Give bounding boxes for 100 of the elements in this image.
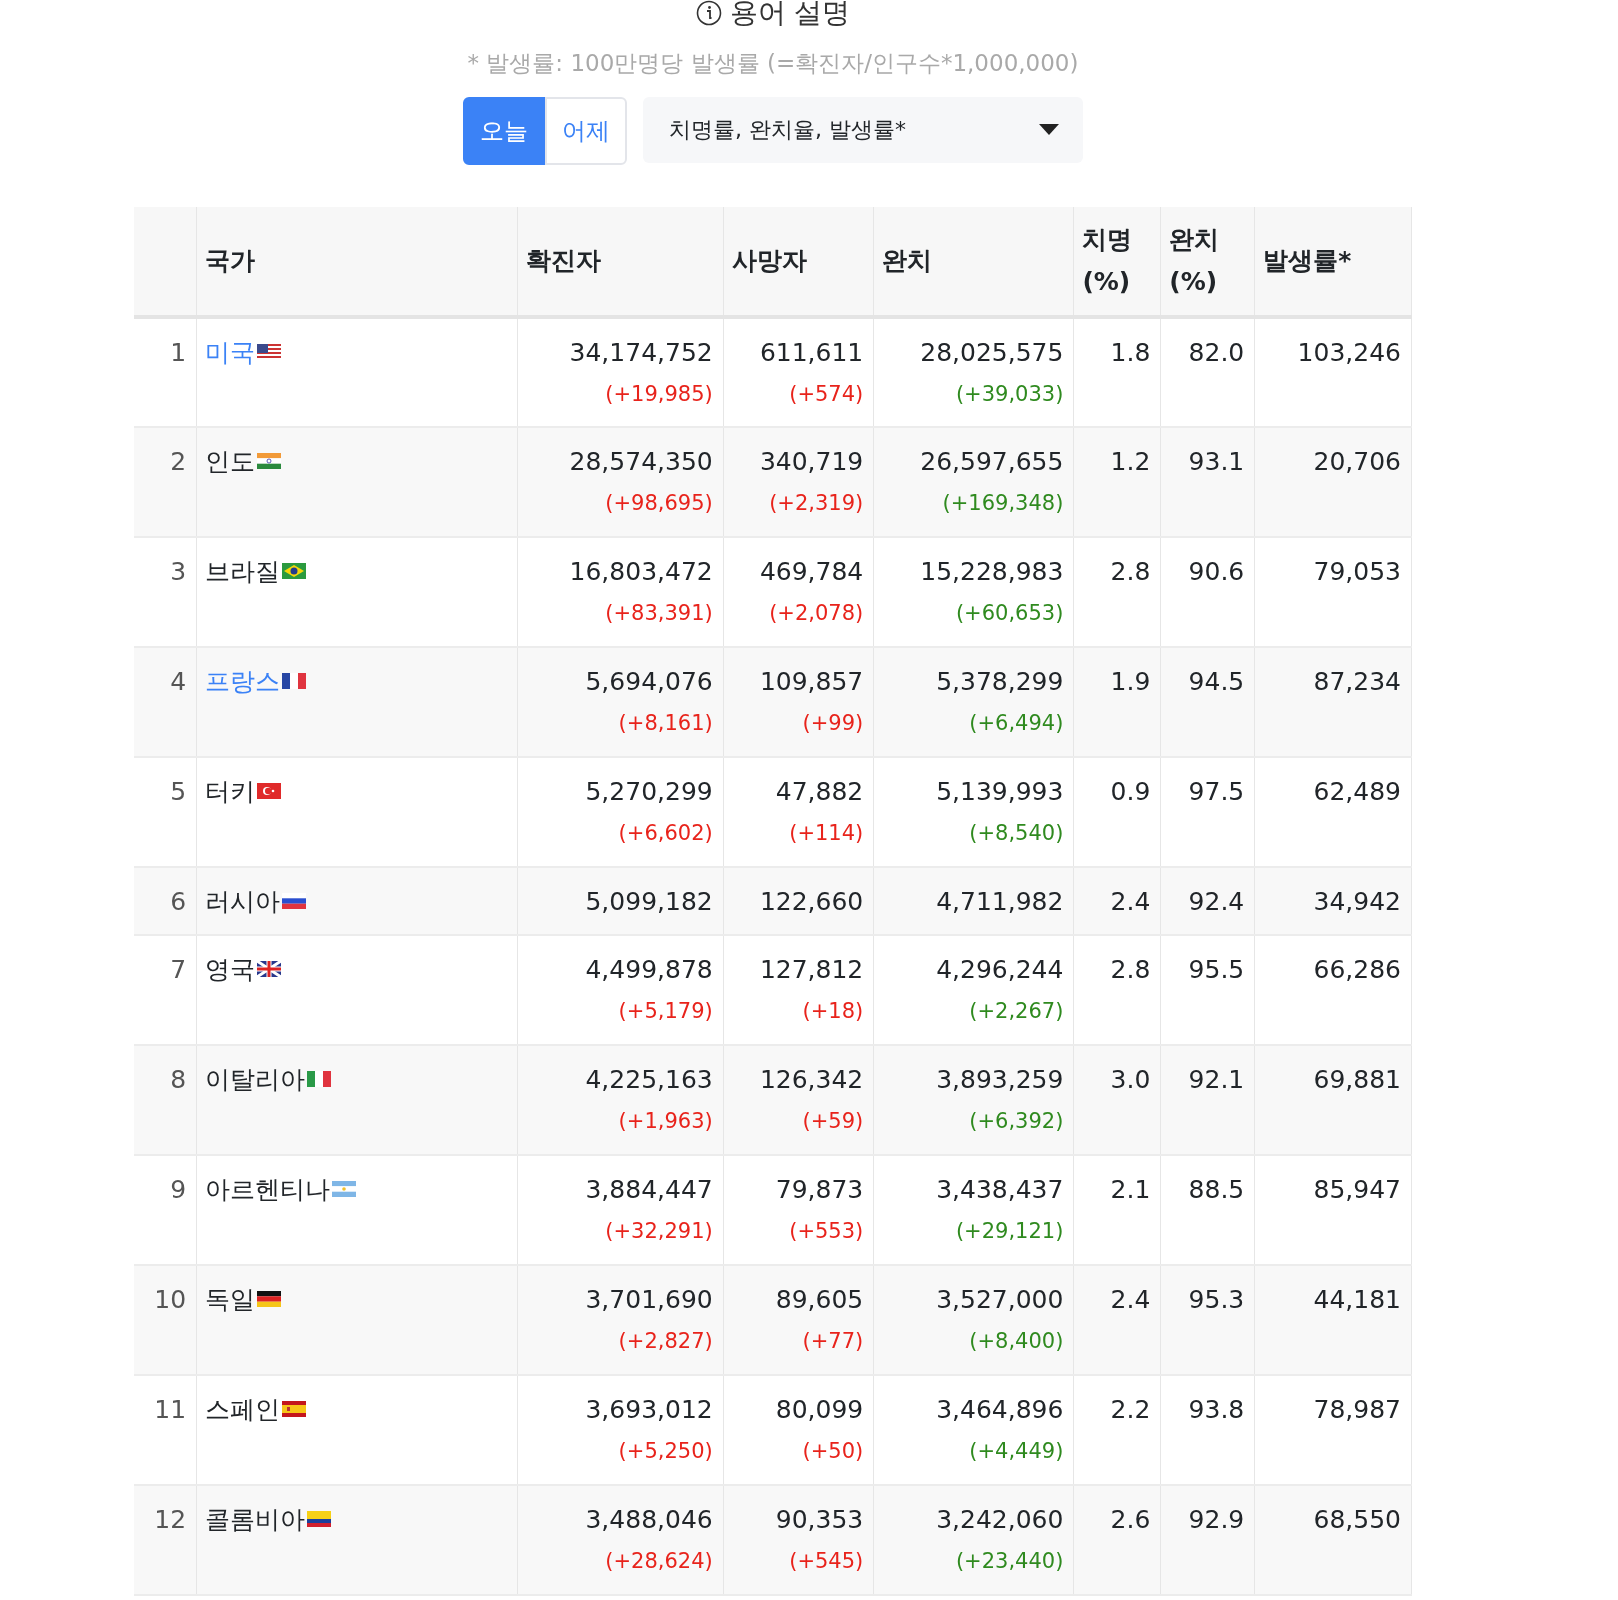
flag-icon: [282, 673, 307, 690]
change-value: (+98,695): [604, 490, 713, 517]
day-tab[interactable]: 어제: [545, 96, 627, 165]
cell-value: 2.6: [1110, 1504, 1151, 1534]
change-value: (+23,440): [954, 1548, 1064, 1575]
column-header: 완치 (%): [1169, 223, 1220, 298]
country-name: 터키: [205, 775, 256, 808]
change-value: (+50): [801, 1438, 864, 1465]
change-value: (+83,391): [604, 600, 713, 627]
flag-icon: [257, 453, 282, 470]
change-value: (+545): [788, 1548, 864, 1575]
cell-value: 340,719: [758, 445, 864, 478]
cell-value: 93.8: [1188, 1394, 1245, 1424]
change-value: (+5,250): [617, 1438, 713, 1465]
change-value: (+2,078): [768, 600, 864, 627]
cell-value: 79,873: [774, 1173, 864, 1206]
change-value: (+5,179): [617, 998, 713, 1025]
cell-value: 79,053: [1313, 556, 1401, 586]
column-header: 치명 (%): [1082, 223, 1133, 298]
flag-icon: [282, 1401, 307, 1418]
change-value: (+39,033): [954, 381, 1064, 408]
cell-value: 4,296,244: [935, 953, 1064, 986]
cell-value: 3,488,046: [584, 1503, 713, 1536]
flag-icon: [332, 1181, 357, 1198]
change-value: (+29,121): [954, 1218, 1064, 1245]
change-value: (+6,494): [968, 710, 1064, 737]
footnote: * 발생률: 100만명당 발생률 (=확진자/인구수*1,000,000): [467, 49, 1079, 78]
cell-value: 28,574,350: [568, 445, 713, 478]
cell-value: 103,246: [1297, 337, 1401, 367]
cell-value: 20,706: [1313, 446, 1401, 476]
country-link[interactable]: 미국: [205, 333, 256, 371]
cell-value: 92.1: [1188, 1064, 1245, 1094]
cell-value: 4,225,163: [584, 1063, 713, 1096]
column-header: 사망자: [731, 245, 807, 275]
metric-dropdown[interactable]: 치명률, 완치율, 발생률*: [643, 96, 1083, 163]
cell-value: 109,857: [758, 665, 864, 698]
cell-value: 95.5: [1188, 954, 1245, 984]
cell-value: 3,464,896: [935, 1393, 1064, 1426]
cell-value: 62,489: [1313, 776, 1401, 806]
change-value: (+2,319): [768, 490, 864, 517]
cell-value: 78,987: [1313, 1394, 1401, 1424]
cell-value: 0.9: [1110, 776, 1151, 806]
change-value: (+553): [788, 1218, 864, 1245]
country-name: 인도: [205, 445, 256, 478]
change-value: (+6,602): [617, 820, 713, 847]
change-value: (+114): [788, 820, 864, 847]
rank-number: 7: [170, 954, 187, 984]
change-value: (+2,827): [617, 1328, 713, 1355]
cell-value: 3.0: [1110, 1064, 1151, 1094]
cell-value: 4,499,878: [584, 953, 713, 986]
rank-number: 3: [170, 556, 187, 586]
rank-number: 12: [154, 1504, 187, 1534]
cell-value: 82.0: [1188, 337, 1245, 367]
cell-value: 15,228,983: [919, 555, 1064, 588]
section-title: 용어 설명: [729, 0, 851, 31]
country-link[interactable]: 프랑스: [205, 662, 281, 700]
cell-value: 5,270,299: [584, 775, 713, 808]
change-value: (+6,392): [968, 1108, 1064, 1135]
cell-value: 95.3: [1188, 1284, 1245, 1314]
flag-icon: [257, 961, 282, 978]
rank-number: 9: [170, 1174, 187, 1204]
cell-value: 4,711,982: [935, 885, 1064, 918]
cell-value: 2.1: [1110, 1174, 1151, 1204]
cell-value: 34,174,752: [568, 336, 713, 369]
cell-value: 97.5: [1188, 776, 1245, 806]
cell-value: 3,527,000: [935, 1283, 1064, 1316]
cell-value: 5,378,299: [935, 665, 1064, 698]
change-value: (+28,624): [604, 1548, 713, 1575]
change-value: (+59): [801, 1108, 864, 1135]
rank-number: 10: [154, 1284, 187, 1314]
cell-value: 90.6: [1188, 556, 1245, 586]
column-header: 확진자: [525, 245, 601, 275]
cell-value: 16,803,472: [568, 555, 713, 588]
country-name: 영국: [205, 953, 256, 986]
change-value: (+1,963): [617, 1108, 713, 1135]
cell-value: 2.4: [1110, 1284, 1151, 1314]
change-value: (+19,985): [604, 381, 713, 408]
cell-value: 5,099,182: [584, 885, 713, 918]
day-tab[interactable]: 오늘: [463, 96, 545, 165]
cell-value: 2.8: [1110, 954, 1151, 984]
cell-value: 26,597,655: [919, 445, 1064, 478]
rank-number: 2: [170, 446, 187, 476]
country-name: 러시아: [205, 885, 281, 918]
change-value: (+8,400): [968, 1328, 1064, 1355]
cell-value: 1.8: [1110, 337, 1151, 367]
rank-number: 4: [170, 666, 187, 696]
cell-value: 3,701,690: [584, 1283, 713, 1316]
cell-value: 47,882: [774, 775, 864, 808]
cell-value: 127,812: [758, 953, 864, 986]
cell-value: 611,611: [758, 336, 864, 369]
cell-value: 85,947: [1313, 1174, 1401, 1204]
cell-value: 87,234: [1313, 666, 1401, 696]
change-value: (+77): [801, 1328, 864, 1355]
change-value: (+574): [788, 381, 864, 408]
cell-value: 28,025,575: [919, 336, 1064, 369]
cell-value: 80,099: [774, 1393, 864, 1426]
change-value: (+2,267): [968, 998, 1064, 1025]
column-header: 발생률*: [1263, 245, 1352, 275]
rank-number: 11: [154, 1394, 187, 1424]
flag-icon: [307, 1511, 332, 1528]
